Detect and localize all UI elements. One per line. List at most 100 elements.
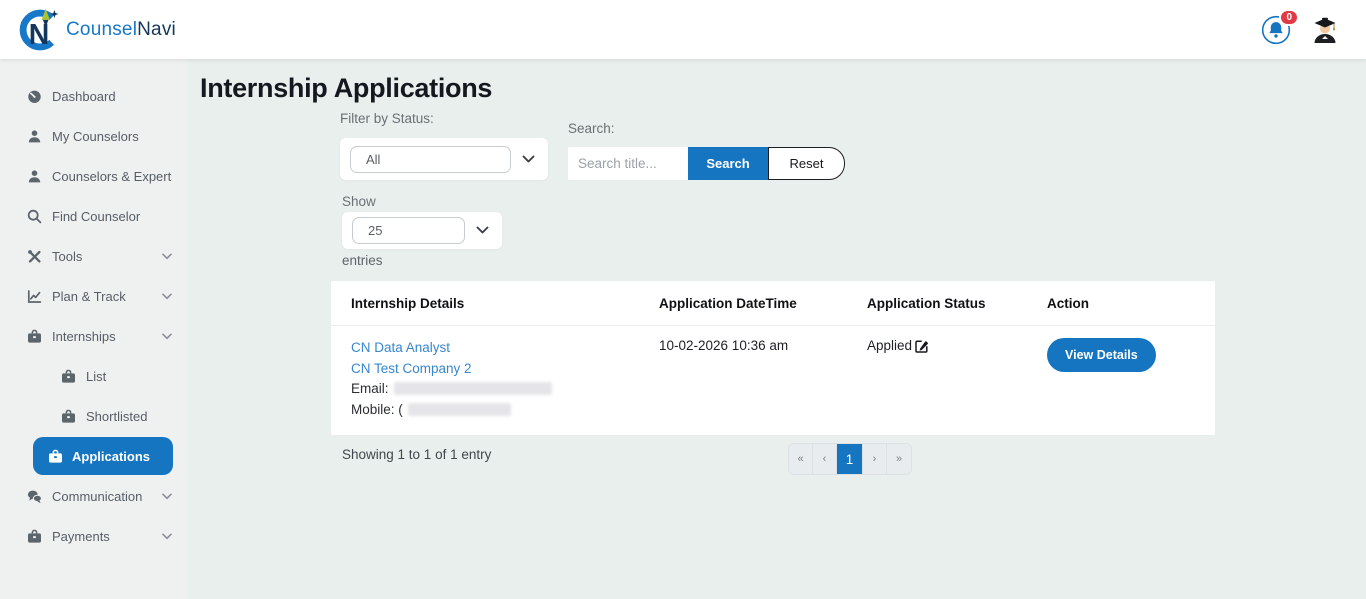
tools-icon [27,249,42,264]
filter-status-label: Filter by Status: [340,111,434,126]
sidebar-subitem-applications-row: Applications [0,436,188,476]
company-link[interactable]: CN Test Company 2 [351,359,659,380]
sidebar-item-tools[interactable]: Tools [0,236,188,276]
sidebar-item-communication[interactable]: Communication [0,476,188,516]
table-header-row: Internship Details Application DateTime … [331,281,1215,326]
sidebar-item-label: List [86,369,172,384]
reset-button[interactable]: Reset [768,147,845,180]
redacted-email-value [394,382,552,395]
sidebar-item-label: Plan & Track [52,289,152,304]
search-button[interactable]: Search [688,147,768,180]
top-bar: N CounselNavi 0 [0,0,1366,59]
pagination: « ‹ 1 › » [788,443,912,475]
sidebar-subitem-shortlisted[interactable]: Shortlisted [0,396,188,436]
action-cell: View Details [1047,338,1215,420]
pagination-summary: Showing 1 to 1 of 1 entry [342,447,491,462]
internship-title-link[interactable]: CN Data Analyst [351,338,659,359]
application-status-cell: Applied [867,338,1047,420]
chevron-down-icon [162,333,172,340]
pagination-next-button[interactable]: › [863,444,887,474]
briefcase-icon [27,329,42,344]
filter-status-card: All [340,138,548,180]
search-label: Search: [568,121,615,136]
show-label: Show [342,194,376,209]
sidebar-item-label: Payments [52,529,152,544]
pagination-prev-button[interactable]: ‹ [813,444,837,474]
logo-text-navi: Navi [137,19,176,40]
entries-select-card: 25 [342,212,502,249]
chevron-down-icon [162,253,172,260]
sidebar-subitem-applications[interactable]: Applications [33,437,173,475]
page-title: Internship Applications [200,73,492,104]
sidebar-subitem-list[interactable]: List [0,356,188,396]
briefcase-icon [61,409,76,424]
main-content: Internship Applications Filter by Status… [188,59,1366,599]
sidebar-item-label: Communication [52,489,152,504]
column-header-application-datetime: Application DateTime [659,296,867,311]
svg-text:N: N [29,18,50,50]
column-header-action: Action [1047,296,1215,311]
edit-status-icon[interactable] [915,339,929,353]
column-header-internship-details: Internship Details [331,296,659,311]
sidebar-item-label: Dashboard [52,89,172,104]
sidebar-item-payments[interactable]: Payments [0,516,188,556]
application-datetime: 10-02-2026 10:36 am [659,338,867,420]
redacted-mobile-value [408,403,511,416]
pagination-last-button[interactable]: » [887,444,911,474]
briefcase-icon [48,449,63,464]
entries-select[interactable]: 25 [352,217,465,244]
pagination-first-button[interactable]: « [789,444,813,474]
sidebar-item-counselors-experts[interactable]: Counselors & Experts [0,156,188,196]
applications-table: Internship Details Application DateTime … [331,281,1215,435]
sidebar-item-label: Shortlisted [86,409,172,424]
entries-suffix-label: entries [342,253,383,268]
chart-icon [27,289,42,304]
logo-text: CounselNavi [66,19,176,41]
logo-monogram-icon: N [14,8,60,52]
table-row: CN Data Analyst CN Test Company 2 Email:… [331,326,1215,435]
mobile-label: Mobile: ( [351,402,403,417]
sidebar-item-label: My Counselors [52,129,172,144]
chevron-down-icon [162,493,172,500]
chevron-down-icon [162,293,172,300]
app-logo[interactable]: N CounselNavi [14,8,176,52]
sidebar-item-find-counselor[interactable]: Find Counselor [0,196,188,236]
sidebar-item-plan-track[interactable]: Plan & Track [0,276,188,316]
briefcase-icon [27,529,42,544]
sidebar-item-dashboard[interactable]: Dashboard [0,76,188,116]
sidebar-item-label: Internships [52,329,152,344]
logo-text-counsel: Counsel [66,19,137,40]
internship-details-cell: CN Data Analyst CN Test Company 2 Email:… [331,338,659,420]
person-icon [27,169,42,184]
sidebar-item-label: Tools [52,249,152,264]
chat-icon [27,489,42,504]
email-label: Email: [351,381,389,396]
sidebar-item-label: Find Counselor [52,209,172,224]
entries-select-value: 25 [368,223,382,238]
chevron-down-icon [162,533,172,540]
avatar-graduate-icon [1310,15,1340,45]
pagination-page-1-button[interactable]: 1 [837,444,863,474]
status-select[interactable]: All [350,146,511,173]
search-input[interactable] [568,147,688,180]
sidebar-item-internships[interactable]: Internships [0,316,188,356]
email-line: Email: [351,379,659,400]
application-status: Applied [867,338,912,353]
sidebar-item-label: Applications [72,449,150,464]
topbar-right: 0 [1260,14,1340,46]
view-details-button[interactable]: View Details [1047,338,1156,372]
gauge-icon [27,89,42,104]
person-icon [27,129,42,144]
notification-badge: 0 [1279,9,1299,26]
mobile-line: Mobile: ( [351,400,659,421]
notifications-button[interactable]: 0 [1260,14,1292,46]
user-avatar[interactable] [1310,15,1340,45]
sidebar-item-label: Counselors & Experts [52,169,172,184]
sidebar: Dashboard My Counselors Counselors & Exp… [0,59,188,599]
column-header-application-status: Application Status [867,296,1047,311]
briefcase-icon [61,369,76,384]
chevron-down-icon[interactable] [476,226,489,235]
sidebar-item-my-counselors[interactable]: My Counselors [0,116,188,156]
chevron-down-icon[interactable] [522,155,535,164]
status-select-value: All [366,152,380,167]
